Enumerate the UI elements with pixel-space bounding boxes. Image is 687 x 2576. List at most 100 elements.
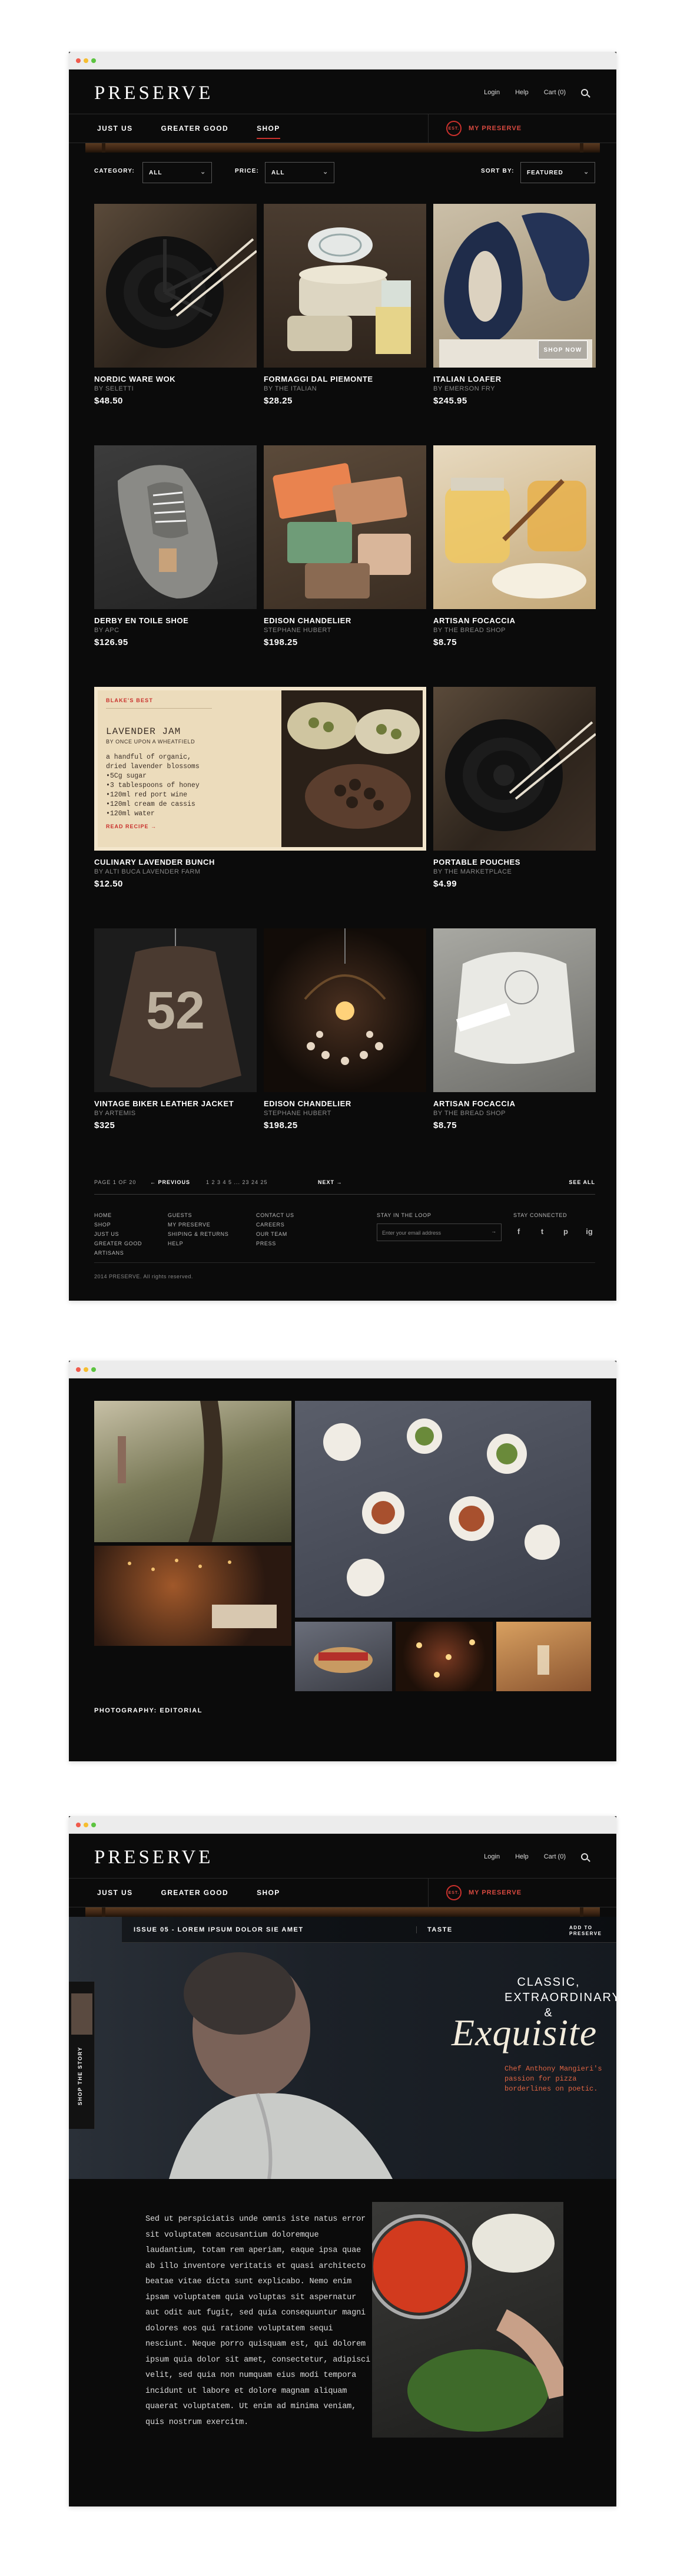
footer-link[interactable]: GREATER GOOD bbox=[94, 1239, 142, 1248]
photo-dinner-table[interactable] bbox=[295, 1401, 591, 1618]
nav-greater-good[interactable]: GREATER GOOD bbox=[161, 114, 228, 143]
maximize-dot-icon[interactable] bbox=[91, 1367, 96, 1372]
product-image[interactable] bbox=[94, 445, 257, 609]
footer-link[interactable]: JUST US bbox=[94, 1229, 142, 1239]
page-numbers[interactable]: 1 2 3 4 5 ... 23 24 25 bbox=[206, 1179, 268, 1185]
product-image[interactable] bbox=[264, 204, 426, 368]
product-name[interactable]: DERBY EN TOILE SHOE bbox=[94, 616, 257, 625]
search-icon[interactable] bbox=[581, 89, 588, 96]
product-card[interactable]: EDISON CHANDELIER STEPHANE HUBERT $198.2… bbox=[264, 928, 426, 1130]
product-image[interactable] bbox=[433, 445, 596, 609]
story-thumb[interactable] bbox=[71, 1993, 92, 2035]
product-name[interactable]: PORTABLE POUCHES bbox=[433, 858, 596, 867]
cheese-illustration bbox=[287, 227, 411, 354]
footer-link[interactable]: PRESS bbox=[256, 1239, 294, 1248]
login-link[interactable]: Login bbox=[484, 1853, 500, 1860]
twitter-icon[interactable]: t bbox=[537, 1226, 547, 1236]
my-preserve-link[interactable]: EST. MY PRESERVE bbox=[428, 114, 522, 143]
product-image[interactable] bbox=[264, 445, 426, 609]
product-card[interactable]: PORTABLE POUCHES BY THE MARKETPLACE $4.9… bbox=[433, 687, 596, 889]
footer-link[interactable]: SHOP bbox=[94, 1220, 142, 1229]
product-name[interactable]: FORMAGGI DAL PIEMONTE bbox=[264, 375, 426, 383]
photo-forest-swing[interactable] bbox=[94, 1401, 291, 1542]
photo-evening-gathering[interactable] bbox=[94, 1546, 291, 1646]
footer-link[interactable]: OUR TEAM bbox=[256, 1229, 294, 1239]
product-image[interactable] bbox=[94, 204, 257, 368]
nav-just-us[interactable]: JUST US bbox=[97, 1879, 132, 1907]
maximize-dot-icon[interactable] bbox=[91, 58, 96, 63]
nav-just-us[interactable]: JUST US bbox=[97, 114, 132, 143]
cart-link[interactable]: Cart (0) bbox=[544, 89, 566, 96]
nav-shop[interactable]: SHOP bbox=[257, 114, 280, 143]
search-icon[interactable] bbox=[581, 1853, 588, 1860]
product-card[interactable]: NORDIC WARE WOK BY SELETTI $48.50 bbox=[94, 204, 257, 406]
footer-link[interactable]: HELP bbox=[168, 1239, 228, 1248]
next-page-link[interactable]: NEXT → bbox=[318, 1179, 343, 1185]
footer-link[interactable]: CAREERS bbox=[256, 1220, 294, 1229]
instagram-icon[interactable]: ig bbox=[584, 1226, 595, 1236]
read-recipe-link[interactable]: READ RECIPE → bbox=[106, 824, 272, 829]
email-field[interactable]: Enter your email address bbox=[377, 1223, 502, 1241]
footer-link[interactable]: MY PRESERVE bbox=[168, 1220, 228, 1229]
product-card-featured[interactable]: BLAKE'S BEST LAVENDER JAM BY ONCE UPON A… bbox=[94, 687, 426, 889]
my-preserve-link[interactable]: EST. MY PRESERVE bbox=[428, 1879, 522, 1907]
footer-link[interactable]: SHIPING & RETURNS bbox=[168, 1229, 228, 1239]
shop-story-tab[interactable]: SHOP THE STORY bbox=[69, 1982, 95, 2129]
close-dot-icon[interactable] bbox=[76, 58, 81, 63]
photo-toast[interactable] bbox=[496, 1622, 591, 1691]
see-all-link[interactable]: SEE ALL bbox=[569, 1179, 595, 1185]
minimize-dot-icon[interactable] bbox=[84, 1367, 88, 1372]
prev-page-link[interactable]: ← PREVIOUS bbox=[150, 1179, 190, 1185]
price-select[interactable]: ALL bbox=[265, 162, 334, 183]
logo[interactable]: PRESERVE bbox=[94, 1847, 213, 1869]
product-image[interactable]: SHOP NOW bbox=[433, 204, 596, 368]
nav-shop[interactable]: SHOP bbox=[257, 1879, 280, 1907]
help-link[interactable]: Help bbox=[515, 1853, 529, 1860]
login-link[interactable]: Login bbox=[484, 89, 500, 96]
photo-hands-bread[interactable] bbox=[295, 1622, 392, 1691]
shop-now-button[interactable]: SHOP NOW bbox=[538, 340, 588, 359]
product-name[interactable]: VINTAGE BIKER LEATHER JACKET bbox=[94, 1099, 257, 1108]
product-name[interactable]: CULINARY LAVENDER BUNCH bbox=[94, 858, 426, 867]
product-card[interactable]: ARTISAN FOCACCIA BY THE BREAD SHOP $8.75 bbox=[433, 445, 596, 647]
product-name[interactable]: ARTISAN FOCACCIA bbox=[433, 616, 596, 625]
product-name[interactable]: EDISON CHANDELIER bbox=[264, 1099, 426, 1108]
product-name[interactable]: ARTISAN FOCACCIA bbox=[433, 1099, 596, 1108]
product-image[interactable] bbox=[433, 687, 596, 851]
minimize-dot-icon[interactable] bbox=[84, 1823, 88, 1827]
close-dot-icon[interactable] bbox=[76, 1367, 81, 1372]
footer-link[interactable]: ARTISANS bbox=[94, 1248, 142, 1258]
product-card[interactable]: SHOP NOW ITALIAN LOAFER BY EMERSON FRY $… bbox=[433, 204, 596, 406]
photo-candles[interactable] bbox=[396, 1622, 493, 1691]
close-dot-icon[interactable] bbox=[76, 1823, 81, 1827]
product-card[interactable]: EDISON CHANDELIER STEPHANE HUBERT $198.2… bbox=[264, 445, 426, 647]
product-name[interactable]: EDISON CHANDELIER bbox=[264, 616, 426, 625]
sort-select[interactable]: FEATURED bbox=[520, 162, 595, 183]
jacket-illustration: 52 bbox=[109, 928, 241, 1087]
product-price: $8.75 bbox=[433, 637, 457, 647]
product-image[interactable] bbox=[433, 928, 596, 1092]
photo-sauce-herbs[interactable] bbox=[372, 2202, 563, 2438]
footer-link[interactable]: CONTACT US bbox=[256, 1211, 294, 1220]
pinterest-icon[interactable]: p bbox=[560, 1226, 571, 1236]
minimize-dot-icon[interactable] bbox=[84, 58, 88, 63]
product-name[interactable]: NORDIC WARE WOK bbox=[94, 375, 257, 383]
product-card[interactable]: ARTISAN FOCACCIA BY THE BREAD SHOP $8.75 bbox=[433, 928, 596, 1130]
help-link[interactable]: Help bbox=[515, 89, 529, 96]
maximize-dot-icon[interactable] bbox=[91, 1823, 96, 1827]
footer-link[interactable]: GUESTS bbox=[168, 1211, 228, 1220]
facebook-icon[interactable]: f bbox=[513, 1226, 524, 1236]
product-card[interactable]: FORMAGGI DAL PIEMONTE BY THE ITALIAN $28… bbox=[264, 204, 426, 406]
cart-link[interactable]: Cart (0) bbox=[544, 1853, 566, 1860]
product-image[interactable]: 52 bbox=[94, 928, 257, 1092]
product-name[interactable]: ITALIAN LOAFER bbox=[433, 375, 596, 383]
add-to-preserve-button[interactable]: ADD TO PRESERVE bbox=[569, 1925, 605, 1937]
recipe-card[interactable]: BLAKE'S BEST LAVENDER JAM BY ONCE UPON A… bbox=[94, 687, 426, 851]
product-card[interactable]: 52 VINTAGE BIKER LEATHER JACKET BY ARTEM… bbox=[94, 928, 257, 1130]
product-card[interactable]: DERBY EN TOILE SHOE BY APC $126.95 bbox=[94, 445, 257, 647]
nav-greater-good[interactable]: GREATER GOOD bbox=[161, 1879, 228, 1907]
logo[interactable]: PRESERVE bbox=[94, 82, 213, 104]
product-image[interactable] bbox=[264, 928, 426, 1092]
footer-link[interactable]: HOME bbox=[94, 1211, 142, 1220]
category-select[interactable]: ALL bbox=[142, 162, 212, 183]
